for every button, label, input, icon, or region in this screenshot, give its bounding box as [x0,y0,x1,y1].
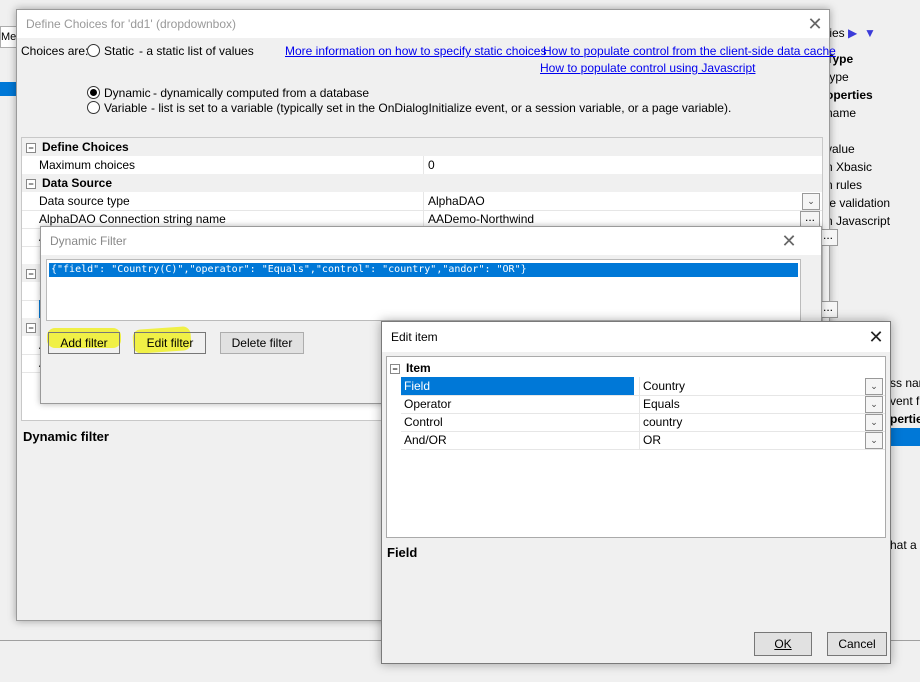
bg-panel-selected-row [890,428,920,446]
grid-row-ds-type[interactable]: Data source type AlphaDAO ⌄ [22,192,822,211]
bg-panel-row: hat a [890,538,917,552]
bg-panel-row: ss nam [890,376,920,390]
static-radio[interactable]: Static [87,44,134,58]
background-tab-label: Me [1,31,17,43]
description-title: Field [387,545,418,560]
add-filter-button[interactable]: Add filter [48,332,120,354]
radio-icon [87,44,100,57]
bg-panel-row: perties [890,412,920,426]
collapse-icon[interactable]: − [26,269,36,279]
section-data-source[interactable]: − Data Source [22,174,822,192]
bg-panel-row: n rules [826,178,863,192]
bg-panel-row: value [826,142,855,156]
bg-panel-row: te validation [826,196,891,210]
bg-panel-row: n Xbasic [826,160,873,174]
dialog-title: Dynamic Filter [41,227,821,255]
bg-panel-row: ties ▶ ▼ [826,26,876,40]
link-static-info[interactable]: More information on how to specify stati… [285,44,546,58]
link-client-cache[interactable]: How to populate control from the client-… [543,44,836,58]
play-icon[interactable]: ▶ [848,26,857,40]
dynamic-radio[interactable]: Dynamic [87,86,151,100]
bg-panel-row: name [826,106,857,120]
link-javascript[interactable]: How to populate control using Javascript [540,61,755,75]
dialog-title: Define Choices for 'dd1' (dropdownbox) [17,10,829,38]
item-row-andor[interactable]: And/OR OR ⌄ [401,431,885,450]
bg-panel-row: vent f [890,394,920,408]
collapse-icon[interactable]: − [26,143,36,153]
bg-panel-row: type [826,70,849,84]
dialog-title: Edit item [382,322,890,352]
collapse-icon[interactable]: − [26,179,36,189]
delete-filter-button[interactable]: Delete filter [220,332,304,354]
bg-panel-row: operties [826,88,873,102]
static-description: - a static list of values [139,44,254,58]
edit-item-dialog: Edit item ✕ − Item Field Country ⌄ Operator… [381,321,891,664]
section-define-choices[interactable]: − Define Choices [22,138,822,156]
close-icon[interactable]: ✕ [801,10,829,38]
item-row-field[interactable]: Field Country ⌄ [401,377,885,396]
dynamic-description: - dynamically computed from a database [153,86,370,100]
collapse-icon[interactable]: − [26,323,36,333]
item-property-grid: − Item Field Country ⌄ Operator Equals ⌄ Cont… [386,356,886,538]
filter-list-item[interactable]: {"field": "Country(C)","operator": "Equa… [48,262,799,278]
radio-selected-icon [87,86,100,99]
grid-row-max-choices[interactable]: Maximum choices 0 [22,156,822,175]
cancel-button[interactable]: Cancel [827,632,887,656]
item-row-control[interactable]: Control country ⌄ [401,413,885,432]
bg-panel-row: n Javascript [826,214,891,228]
filter-list[interactable]: {"field": "Country(C)","operator": "Equa… [46,259,801,321]
dropdown-arrow-icon[interactable]: ⌄ [802,193,820,210]
dropdown-arrow-icon[interactable]: ⌄ [865,432,883,449]
variable-radio[interactable]: Variable [87,101,147,115]
ok-button-label: OK [774,637,792,651]
edit-filter-button[interactable]: Edit filter [134,332,206,354]
close-icon[interactable]: ✕ [775,227,803,255]
bg-panel-row: Type [826,52,854,66]
dropdown-arrow-icon[interactable]: ⌄ [865,414,883,431]
background-selection-marker [0,82,16,96]
radio-icon [87,101,100,114]
cancel-button-label: Cancel [838,637,876,651]
ok-button[interactable]: OK [754,632,812,656]
close-icon[interactable]: ✕ [862,323,890,351]
section-item[interactable]: − Item [387,359,431,377]
dropdown-arrow-icon[interactable]: ⌄ [865,396,883,413]
dropdown-arrow-icon[interactable]: ⌄ [865,378,883,395]
collapse-icon[interactable]: − [390,364,400,374]
description-title: Dynamic filter [23,429,109,444]
item-row-operator[interactable]: Operator Equals ⌄ [401,395,885,414]
variable-description: - list is set to a variable (typically s… [151,101,732,115]
choices-are-label: Choices are: [21,44,89,58]
dropdown-arrow-icon[interactable]: ▼ [864,26,876,40]
